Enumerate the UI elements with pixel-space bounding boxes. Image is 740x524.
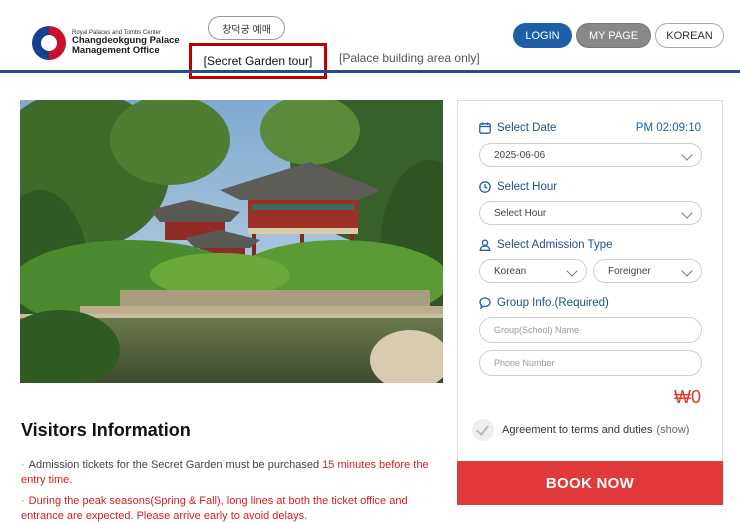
- secret-garden-photo[interactable]: [20, 100, 443, 383]
- item1-text: Admission tickets for the Secret Garden …: [28, 459, 323, 471]
- clock-icon: [479, 181, 491, 193]
- current-time: PM 02:09:10: [635, 122, 701, 134]
- admission-korean-value: Korean: [494, 265, 527, 277]
- booking-panel: Select Date PM 02:09:10 2025-06-06 Selec…: [457, 100, 723, 505]
- logo-text: Royal Palaces and Tombs Center Changdeok…: [72, 30, 180, 56]
- tab-secret-garden-tour[interactable]: [Secret Garden tour]: [189, 43, 327, 79]
- visitors-info-item: · Admission tickets for the Secret Garden…: [21, 458, 441, 488]
- header-divider: [0, 70, 740, 73]
- date-select[interactable]: 2025-06-06: [479, 143, 702, 167]
- agreement-show-link[interactable]: (show): [656, 424, 689, 436]
- chevron-down-icon: [566, 265, 578, 277]
- phone-number-input[interactable]: Phone Number: [479, 350, 702, 376]
- agreement-text: Agreement to terms and duties: [502, 424, 653, 436]
- bullet-icon: ·: [21, 459, 25, 471]
- select-hour-text: Select Hour: [497, 181, 558, 193]
- korean-booking-button[interactable]: 창덕궁 예매: [208, 16, 285, 40]
- admission-type-text: Select Admission Type: [497, 239, 613, 251]
- calendar-icon: [479, 122, 491, 134]
- select-date-label: Select Date: [479, 122, 556, 134]
- site-logo[interactable]: Royal Palaces and Tombs Center Changdeok…: [32, 26, 180, 60]
- admission-type-label: Select Admission Type: [479, 239, 613, 251]
- hour-select[interactable]: Select Hour: [479, 201, 702, 225]
- group-info-label: Group Info.(Required): [479, 297, 609, 309]
- admission-foreigner-value: Foreigner: [608, 265, 651, 277]
- header: Royal Palaces and Tombs Center Changdeok…: [0, 0, 740, 79]
- logo-title-line2: Management Office: [72, 45, 160, 57]
- visitors-info-item-peak: · During the peak seasons(Spring & Fall),…: [21, 494, 441, 524]
- chevron-down-icon: [681, 265, 693, 277]
- visitors-info-title: Visitors Information: [21, 420, 191, 440]
- person-icon: [479, 239, 491, 251]
- page: Royal Palaces and Tombs Center Changdeok…: [0, 0, 740, 524]
- total-price: ₩0: [674, 387, 701, 407]
- language-button[interactable]: KOREAN: [655, 23, 724, 48]
- taegeuk-logo-icon: [32, 26, 66, 60]
- chat-icon: [479, 297, 491, 309]
- group-info-text: Group Info.(Required): [497, 297, 609, 309]
- book-now-button[interactable]: BOOK NOW: [457, 461, 723, 505]
- login-button[interactable]: LOGIN: [513, 23, 572, 48]
- bullet-icon: ·: [21, 495, 25, 507]
- item2-text: During the peak seasons(Spring & Fall), …: [21, 495, 408, 522]
- date-value: 2025-06-06: [494, 149, 546, 161]
- chevron-down-icon: [681, 207, 693, 219]
- chevron-down-icon: [681, 149, 693, 161]
- my-page-button[interactable]: MY PAGE: [576, 23, 651, 48]
- group-name-input[interactable]: Group(School) Name: [479, 317, 702, 343]
- phone-number-placeholder: Phone Number: [494, 358, 555, 368]
- tab-palace-building-area[interactable]: [Palace building area only]: [339, 51, 480, 65]
- checkmark-icon[interactable]: [472, 419, 494, 441]
- admission-foreigner-select[interactable]: Foreigner: [593, 259, 702, 283]
- group-name-placeholder: Group(School) Name: [494, 325, 580, 335]
- select-date-text: Select Date: [497, 122, 557, 134]
- select-hour-label: Select Hour: [479, 181, 557, 193]
- admission-korean-select[interactable]: Korean: [479, 259, 587, 283]
- hour-value: Select Hour: [494, 207, 547, 219]
- palace-garden-illustration: [20, 100, 443, 383]
- agreement-row[interactable]: Agreement to terms and duties (show): [472, 419, 689, 441]
